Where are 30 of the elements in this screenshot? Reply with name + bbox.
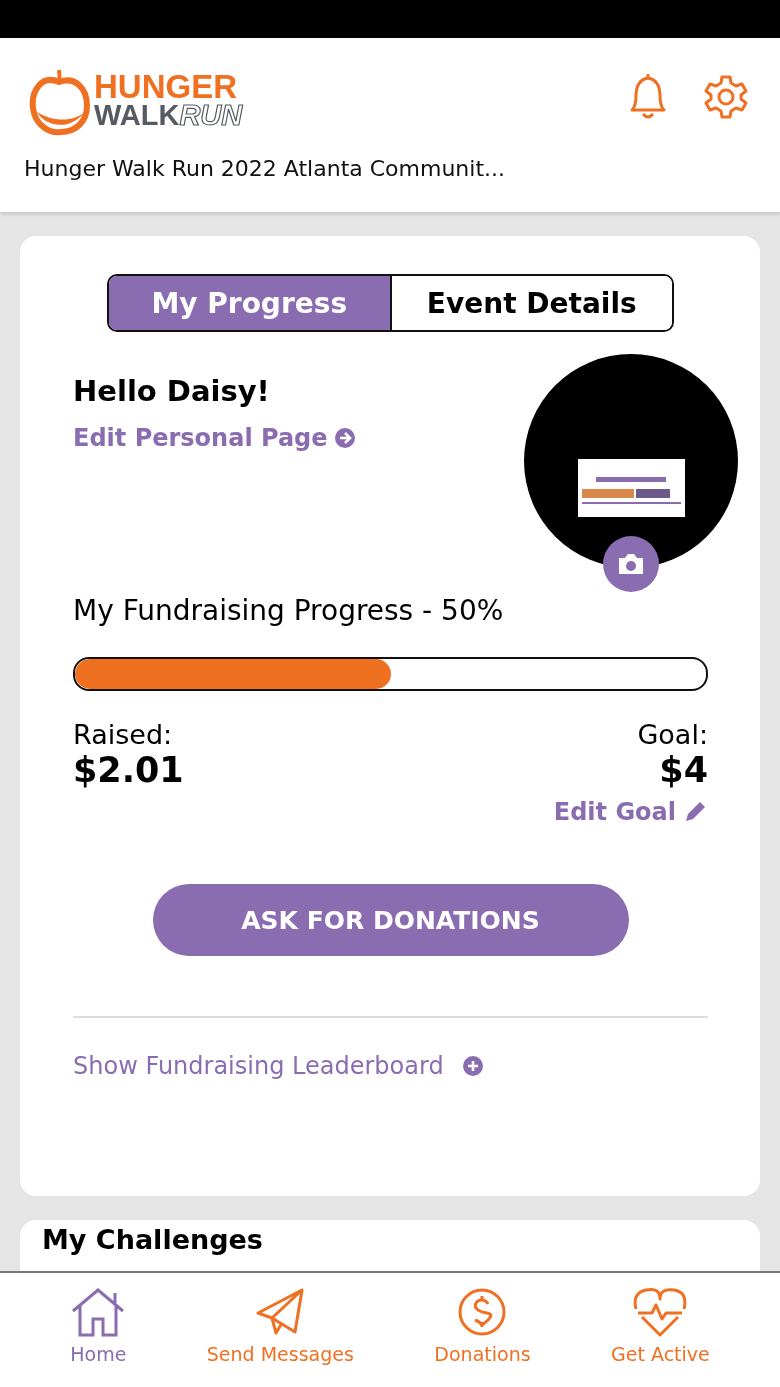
logo-text: RUN	[179, 101, 243, 129]
logo-text: WALK	[94, 101, 180, 129]
arrow-circle-icon	[333, 427, 356, 449]
leaderboard-link[interactable]: Show Fundraising Leaderboard	[73, 1052, 484, 1080]
tab[interactable]: My Progress	[109, 276, 390, 330]
camera-button[interactable]	[603, 536, 659, 592]
plus-circle-icon	[461, 1055, 484, 1077]
heart-pulse-icon	[632, 1287, 689, 1337]
paper-plane-icon	[255, 1287, 306, 1337]
greeting: Hello Daisy!	[73, 374, 271, 408]
event-title: Hunger Walk Run 2022 Atlanta Communit...	[24, 156, 506, 181]
ask-donations-button[interactable]: ASK FOR DONATIONS	[152, 884, 629, 956]
raised-label: Raised:	[73, 719, 174, 750]
raised-amount: $2.01	[73, 750, 184, 790]
nav-item[interactable]: Get Active	[605, 1273, 716, 1387]
dollar-circle-icon	[457, 1287, 508, 1337]
logo-text: HUNGER	[94, 73, 237, 101]
nav-item[interactable]: Send Messages	[200, 1273, 360, 1387]
tab[interactable]: Event Details	[389, 276, 672, 330]
house-icon	[70, 1287, 127, 1337]
edit-goal-link[interactable]: Edit Goal	[553, 798, 708, 826]
goal-amount: $4	[659, 750, 708, 790]
settings-icon[interactable]	[702, 73, 750, 121]
camera-icon	[617, 552, 645, 576]
nav-item[interactable]: Home	[64, 1273, 133, 1387]
goal-label: Goal:	[637, 719, 708, 750]
section-title: My Challenges	[42, 1224, 264, 1256]
progress-title: My Fundraising Progress - 50%	[73, 594, 505, 627]
edit-page-link[interactable]: Edit Personal Page	[73, 424, 356, 452]
nav-item[interactable]: Donations	[428, 1273, 537, 1387]
